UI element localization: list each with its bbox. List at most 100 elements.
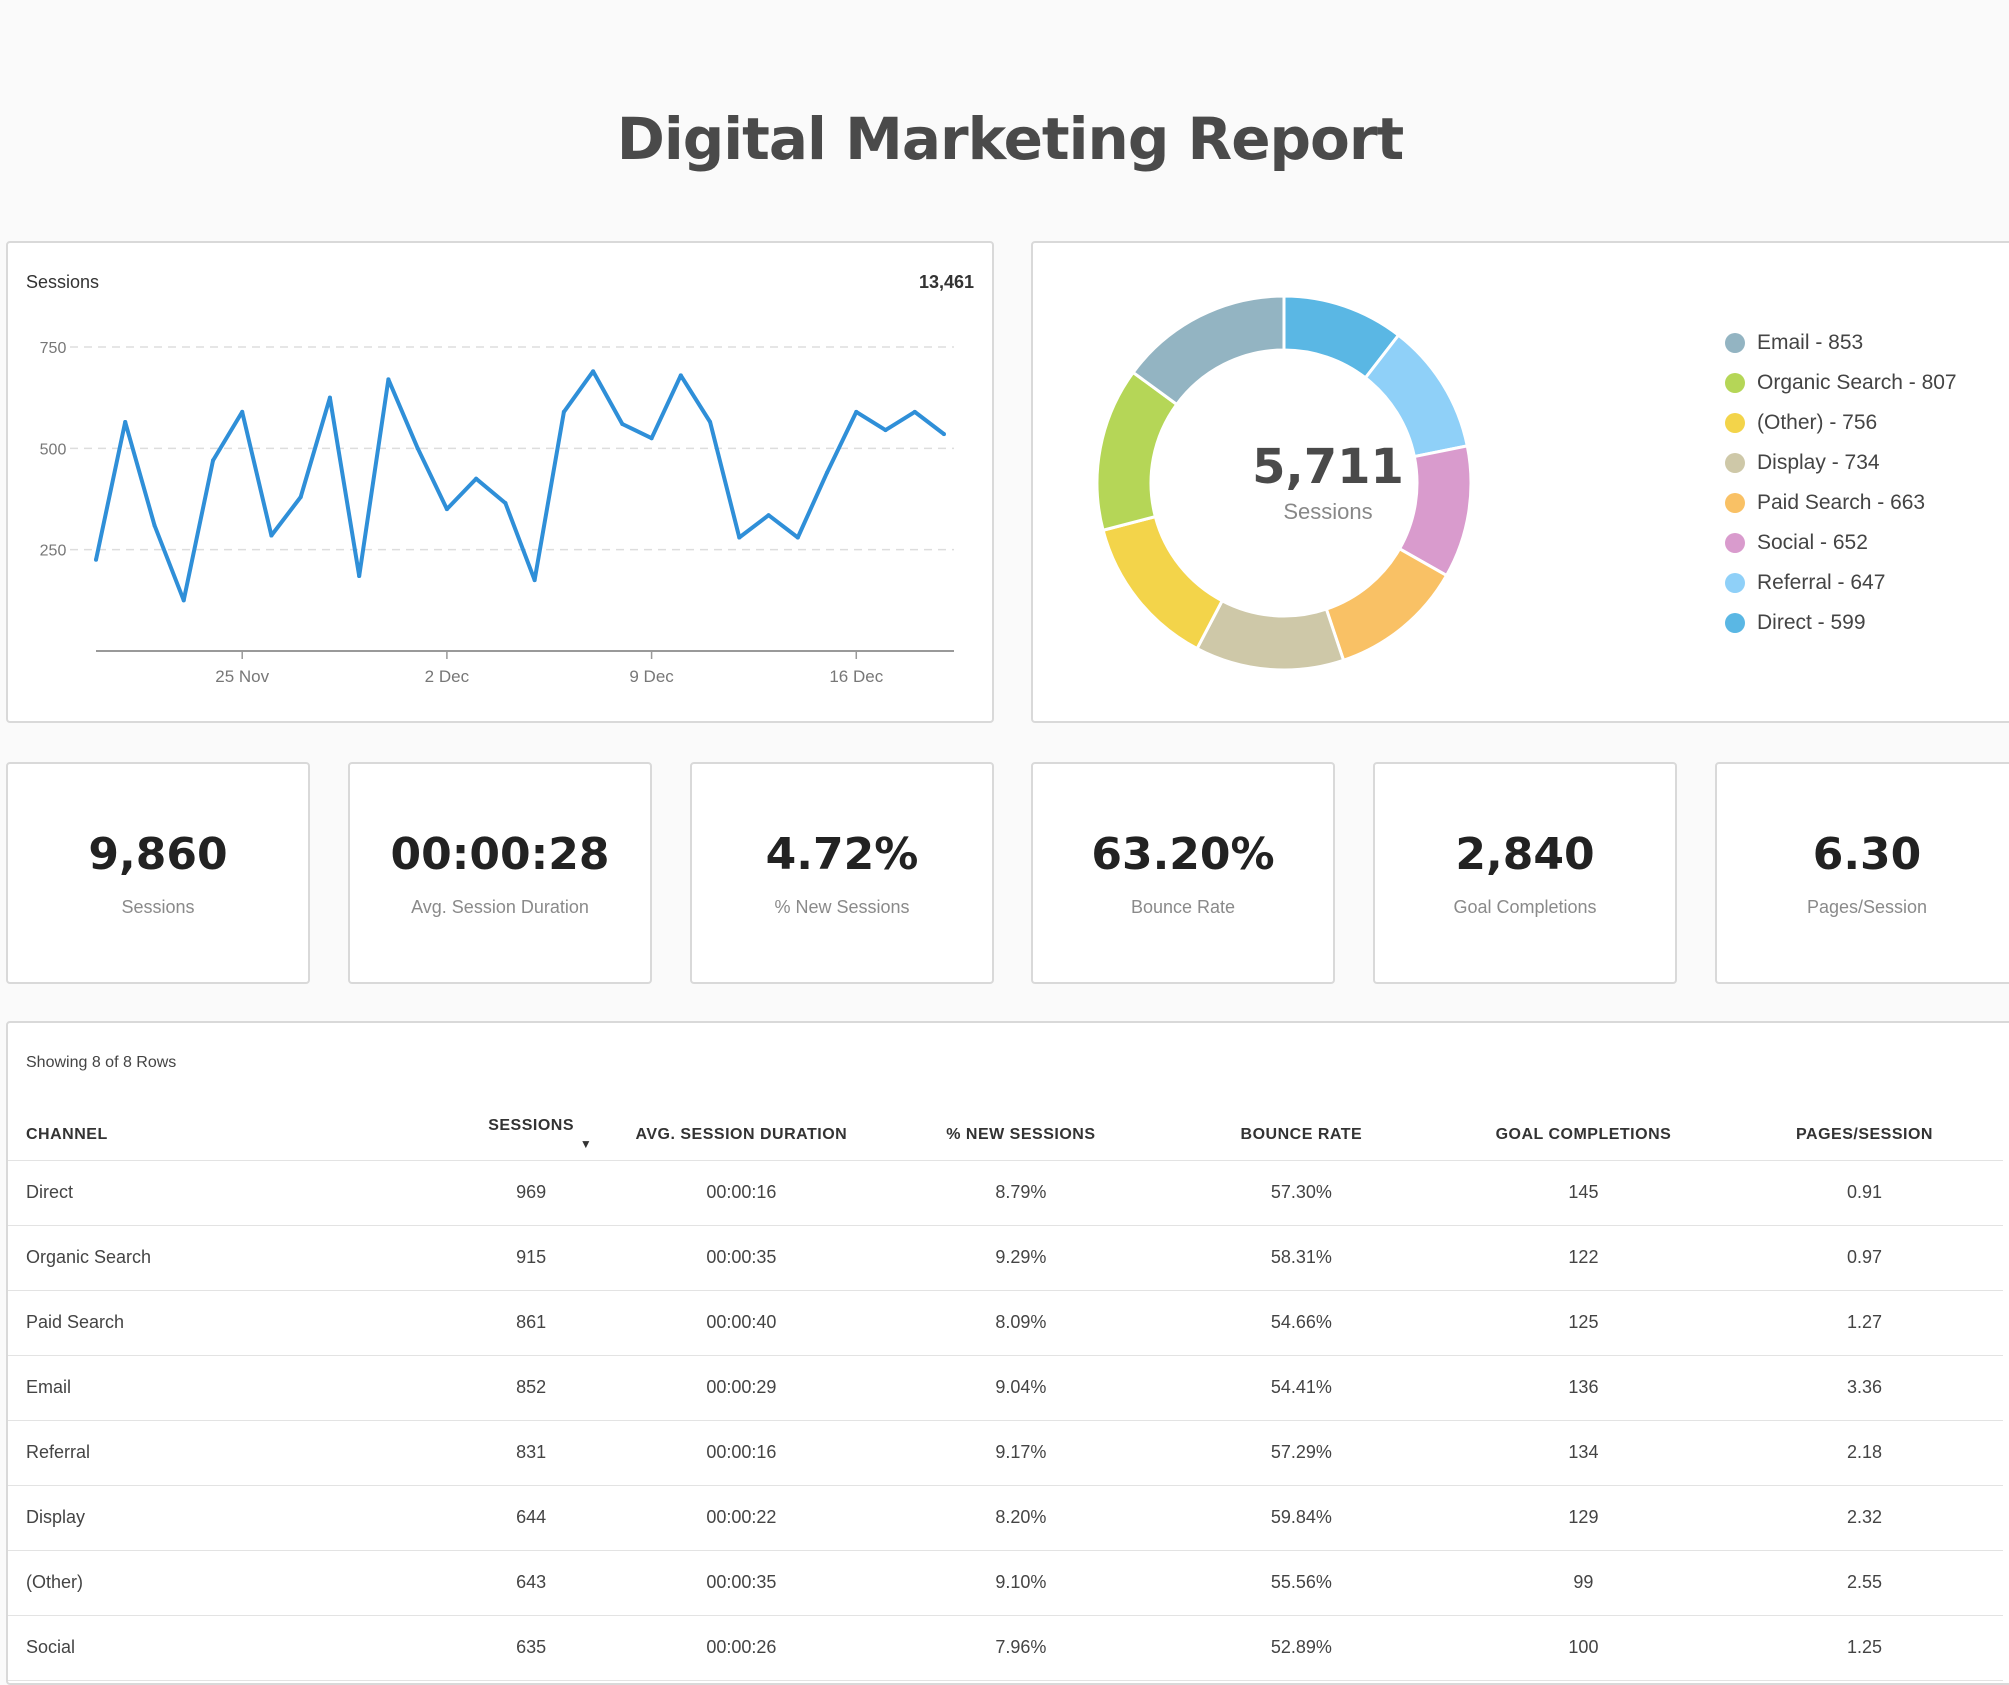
legend-label: Display - 734 bbox=[1757, 451, 1880, 474]
legend-item[interactable]: Organic Search - 807 bbox=[1725, 363, 1957, 403]
table-cell: Referral bbox=[8, 1420, 460, 1486]
channel-table: CHANNEL SESSIONS▼ AVG. SESSION DURATION … bbox=[8, 1110, 2003, 1681]
table-cell: 145 bbox=[1440, 1160, 1727, 1226]
table-cell: 100 bbox=[1440, 1615, 1727, 1681]
legend-item[interactable]: Email - 853 bbox=[1725, 323, 1957, 363]
data-point bbox=[532, 578, 537, 583]
header-goal-completions[interactable]: GOAL COMPLETIONS bbox=[1440, 1110, 1727, 1161]
channel-table-card: Showing 8 of 8 Rows CHANNEL SESSIONS ▼ AV… bbox=[6, 1021, 2009, 1685]
legend-label: (Other) - 756 bbox=[1757, 411, 1878, 434]
legend-item[interactable]: (Other) - 756 bbox=[1725, 403, 1957, 443]
table-cell: 52.89% bbox=[1161, 1615, 1441, 1681]
legend-item[interactable]: Direct - 599 bbox=[1725, 603, 1957, 643]
legend-dot-icon bbox=[1725, 453, 1745, 473]
header-pages-per-session[interactable]: PAGES/SESSION bbox=[1726, 1110, 2003, 1161]
donut-slice-other[interactable] bbox=[1101, 514, 1225, 651]
x-tick-label: 25 Nov bbox=[215, 667, 269, 686]
table-row: Display 644 00:00:22 8.20% 59.84% 129 2.32 bbox=[8, 1485, 2003, 1551]
table-row: Referral 831 00:00:16 9.17% 57.29% 134 2.18 bbox=[8, 1420, 2003, 1486]
metric-label: Pages/Session bbox=[1806, 897, 1928, 917]
metric-value: 4.72% bbox=[765, 829, 919, 880]
data-point bbox=[298, 494, 303, 499]
table-cell: 969 bbox=[459, 1160, 603, 1226]
table-cell: 125 bbox=[1440, 1290, 1727, 1356]
data-point bbox=[854, 409, 859, 414]
legend-dot-icon bbox=[1725, 373, 1745, 393]
donut-slice-email[interactable] bbox=[1131, 294, 1286, 407]
table-cell: 129 bbox=[1440, 1485, 1727, 1551]
table-cell: 643 bbox=[459, 1550, 603, 1616]
rows-info: Showing 8 of 8 Rows bbox=[26, 1054, 177, 1071]
table-cell: 3.36 bbox=[1726, 1355, 2003, 1421]
metric-label: Avg. Session Duration bbox=[411, 897, 589, 917]
data-point bbox=[883, 428, 888, 433]
legend-dot-icon bbox=[1725, 493, 1745, 513]
legend-label: Paid Search - 663 bbox=[1757, 491, 1926, 514]
data-point bbox=[269, 533, 274, 538]
table-cell: 861 bbox=[459, 1290, 603, 1356]
data-point bbox=[825, 470, 830, 475]
table-cell: 2.55 bbox=[1726, 1550, 2003, 1616]
metric-label: Sessions bbox=[121, 897, 195, 917]
table-cell: 57.30% bbox=[1161, 1160, 1441, 1226]
legend-dot-icon bbox=[1725, 573, 1745, 593]
table-cell: 852 bbox=[459, 1355, 603, 1421]
header-avg-session-duration[interactable]: AVG. SESSION DURATION bbox=[602, 1110, 880, 1161]
donut-center-label: Sessions bbox=[1283, 499, 1373, 524]
header-sessions-label: SESSIONS bbox=[488, 1116, 574, 1134]
table-cell: 00:00:40 bbox=[602, 1290, 880, 1356]
legend-label: Referral - 647 bbox=[1757, 571, 1886, 594]
table-cell: 9.04% bbox=[879, 1355, 1162, 1421]
table-cell: 7.96% bbox=[879, 1615, 1162, 1681]
table-cell: Email bbox=[8, 1355, 460, 1421]
table-cell: 00:00:22 bbox=[602, 1485, 880, 1551]
donut-center-value: 5,711 bbox=[1252, 439, 1404, 495]
table-cell: 8.09% bbox=[879, 1290, 1162, 1356]
donut-slice-display[interactable] bbox=[1195, 598, 1346, 672]
metric-value: 6.30 bbox=[1812, 829, 1922, 880]
legend-item[interactable]: Social - 652 bbox=[1725, 523, 1957, 563]
x-tick-label: 2 Dec bbox=[425, 667, 470, 686]
data-point bbox=[210, 458, 215, 463]
y-tick-label: 250 bbox=[40, 543, 67, 560]
header-channel[interactable]: CHANNEL bbox=[8, 1110, 460, 1161]
header-bounce-rate[interactable]: BOUNCE RATE bbox=[1161, 1110, 1441, 1161]
table-header-row: CHANNEL SESSIONS▼ AVG. SESSION DURATION … bbox=[8, 1110, 2003, 1161]
donut-slice-paid-search[interactable] bbox=[1324, 546, 1449, 663]
table-cell: 2.32 bbox=[1726, 1485, 2003, 1551]
page-title: Digital Marketing Report bbox=[616, 105, 1404, 173]
header-new-sessions[interactable]: % NEW SESSIONS bbox=[879, 1110, 1162, 1161]
header-sessions[interactable]: SESSIONS ▼ bbox=[459, 1110, 603, 1161]
table-cell: 635 bbox=[459, 1615, 603, 1681]
table-cell: 54.41% bbox=[1161, 1355, 1441, 1421]
legend-item[interactable]: Referral - 647 bbox=[1725, 563, 1957, 603]
metric-label: Bounce Rate bbox=[1130, 897, 1236, 917]
table-cell: Display bbox=[8, 1485, 460, 1551]
metric-value: 9,860 bbox=[88, 829, 228, 880]
table-cell: 9.10% bbox=[879, 1550, 1162, 1616]
sort-desc-icon[interactable]: ▼ bbox=[580, 1137, 592, 1151]
legend-item[interactable]: Paid Search - 663 bbox=[1725, 483, 1957, 523]
table-cell: 2.18 bbox=[1726, 1420, 2003, 1486]
legend-item[interactable]: Display - 734 bbox=[1725, 443, 1957, 483]
table-cell: 644 bbox=[459, 1485, 603, 1551]
data-point bbox=[942, 432, 946, 437]
table-cell: (Other) bbox=[8, 1550, 460, 1616]
data-point bbox=[912, 409, 917, 414]
data-point bbox=[123, 419, 128, 424]
table-row: (Other) 643 00:00:35 9.10% 55.56% 99 2.55 bbox=[8, 1550, 2003, 1616]
table-cell: 122 bbox=[1440, 1225, 1727, 1291]
legend-dot-icon bbox=[1725, 533, 1745, 553]
metric-card-new-sessions: 4.72% % New Sessions bbox=[690, 762, 994, 984]
table-cell: Direct bbox=[8, 1160, 460, 1226]
table-cell: 831 bbox=[459, 1420, 603, 1486]
data-point bbox=[649, 436, 654, 441]
table-cell: 00:00:35 bbox=[602, 1550, 880, 1616]
table-cell: 55.56% bbox=[1161, 1550, 1441, 1616]
table-cell: 134 bbox=[1440, 1420, 1727, 1486]
table-cell: 00:00:29 bbox=[602, 1355, 880, 1421]
data-point bbox=[795, 535, 800, 540]
table-cell: 8.20% bbox=[879, 1485, 1162, 1551]
table-cell: 54.66% bbox=[1161, 1290, 1441, 1356]
data-point bbox=[415, 446, 420, 451]
